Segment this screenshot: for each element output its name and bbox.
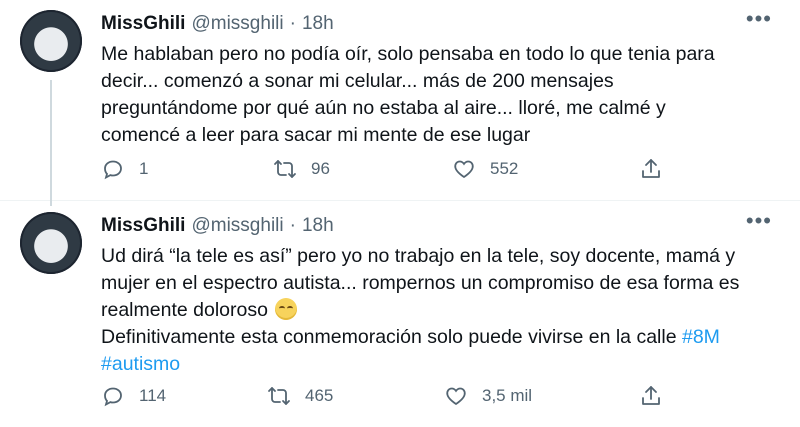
separator-dot: · xyxy=(289,215,296,236)
display-name[interactable]: MissGhili xyxy=(101,215,185,237)
reply-button[interactable]: 114 xyxy=(101,384,166,408)
tweet-actions: 114 465 3,5 mil xyxy=(101,384,681,408)
tweet-header: MissGhili @missghili · 18h xyxy=(101,215,334,237)
user-handle[interactable]: @missghili xyxy=(191,215,283,237)
avatar[interactable] xyxy=(20,212,82,274)
thread-line xyxy=(50,80,52,206)
share-icon xyxy=(639,157,663,181)
retweet-count: 465 xyxy=(305,386,334,405)
heart-icon xyxy=(452,157,476,181)
share-icon xyxy=(639,384,663,408)
reply-count: 1 xyxy=(139,159,149,178)
more-icon[interactable]: ••• xyxy=(746,210,772,232)
tweet-text-part-2: Definitivamente esta conmemoración solo … xyxy=(101,326,677,348)
share-button[interactable] xyxy=(639,157,663,181)
retweet-icon xyxy=(273,157,297,181)
reply-count: 114 xyxy=(139,386,167,405)
tweet-text: Me hablaban pero no podía oír, solo pens… xyxy=(101,43,715,146)
retweet-button[interactable]: 96 xyxy=(273,157,330,181)
retweet-button[interactable]: 465 xyxy=(267,384,333,408)
display-name[interactable]: MissGhili xyxy=(101,13,185,35)
timestamp[interactable]: 18h xyxy=(302,13,334,35)
relieved-face-emoji xyxy=(275,298,298,320)
tweet-text-part-1: Ud dirá “la tele es así” pero yo no trab… xyxy=(101,245,740,321)
retweet-count: 96 xyxy=(311,159,330,178)
share-button[interactable] xyxy=(639,384,663,408)
timestamp[interactable]: 18h xyxy=(302,215,334,237)
tweet-text: Ud dirá “la tele es así” pero yo no trab… xyxy=(101,243,781,378)
reply-icon xyxy=(101,157,125,181)
tweet-actions: 1 96 552 xyxy=(101,157,681,181)
hashtag-8m[interactable]: #8M xyxy=(682,326,720,348)
avatar[interactable] xyxy=(20,10,82,72)
tweet-header: MissGhili @missghili · 18h xyxy=(101,13,334,35)
separator-dot: · xyxy=(289,13,296,34)
like-count: 552 xyxy=(490,159,519,178)
like-button[interactable]: 3,5 mil xyxy=(444,384,532,408)
retweet-icon xyxy=(267,384,291,408)
more-icon[interactable]: ••• xyxy=(746,8,772,30)
hashtag-autismo[interactable]: #autismo xyxy=(101,353,180,375)
reply-icon xyxy=(101,384,125,408)
like-button[interactable]: 552 xyxy=(452,157,518,181)
user-handle[interactable]: @missghili xyxy=(191,13,283,35)
tweet-1[interactable]: MissGhili @missghili · 18h ••• Me hablab… xyxy=(0,0,800,206)
reply-button[interactable]: 1 xyxy=(101,157,148,181)
heart-icon xyxy=(444,384,468,408)
like-count: 3,5 mil xyxy=(482,386,533,405)
